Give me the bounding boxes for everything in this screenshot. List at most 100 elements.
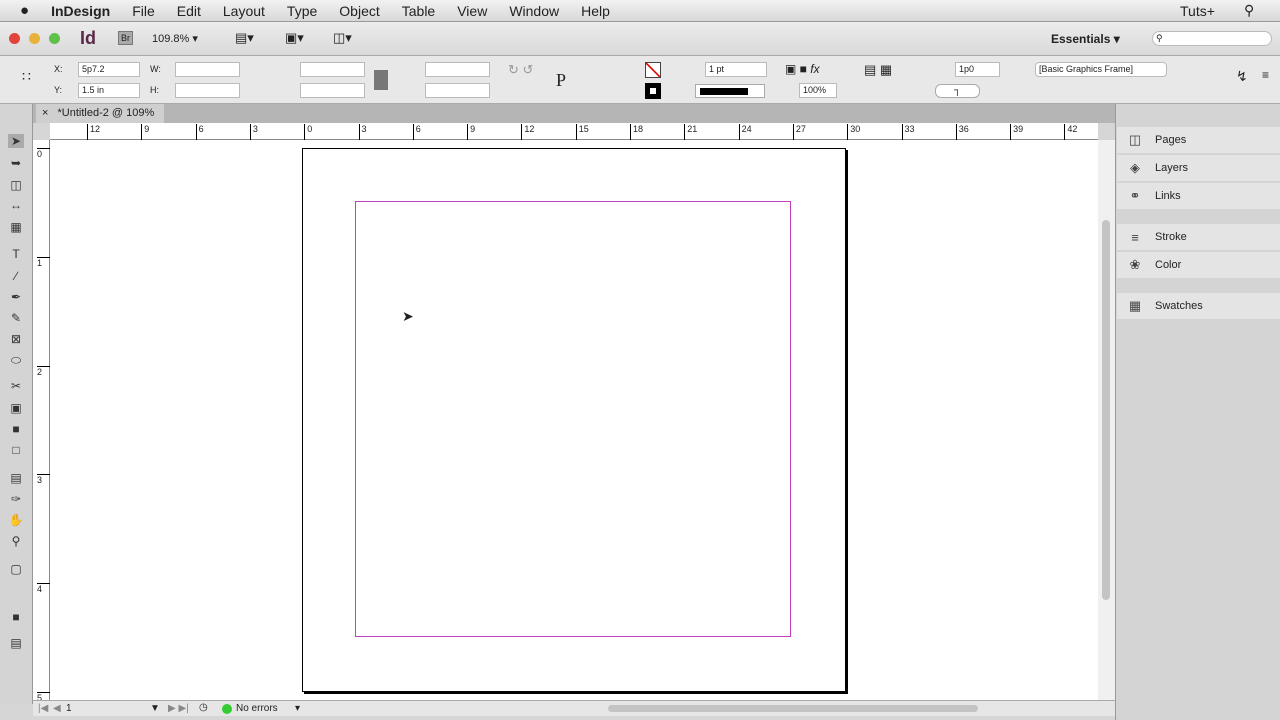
document-tab[interactable]: × *Untitled-2 @ 109% <box>36 104 164 123</box>
pen-tool-icon[interactable]: ✒ <box>8 290 24 304</box>
panel-color[interactable]: ❀ Color <box>1117 252 1280 278</box>
menu-table[interactable]: Table <box>402 3 435 19</box>
scissors-tool-icon[interactable]: ✂ <box>8 379 24 393</box>
bridge-button[interactable]: Br <box>118 31 133 45</box>
line-tool-icon[interactable]: ∕ <box>8 269 24 283</box>
view-options-icon[interactable]: ▤▾ <box>235 30 254 46</box>
zoom-window-button[interactable] <box>49 33 60 44</box>
rectangle-frame-tool-icon[interactable]: ⊠ <box>8 332 24 346</box>
screen-mode-icon[interactable]: ▣▾ <box>285 30 304 46</box>
zoom-level-select[interactable]: 109.8% ▾ <box>152 32 198 45</box>
page-tool-icon[interactable]: ◫ <box>8 178 24 192</box>
selection-tool-icon[interactable]: ➤ <box>8 134 24 148</box>
panel-pages[interactable]: ◫ Pages <box>1117 127 1280 153</box>
constrain-link-icon[interactable] <box>374 70 388 90</box>
document-tab-bar <box>32 104 1115 123</box>
lightning-icon[interactable]: ↯ <box>1236 68 1248 85</box>
ruler-tick-label: 4 <box>37 583 50 594</box>
page-menu-icon[interactable]: ▼ <box>150 703 160 714</box>
y-field[interactable]: 1.5 in <box>78 83 140 98</box>
type-tool-icon[interactable]: T <box>8 247 24 261</box>
menu-edit[interactable]: Edit <box>177 3 201 19</box>
note-tool-icon[interactable]: ▤ <box>8 471 24 485</box>
scale-x-field[interactable] <box>300 62 365 77</box>
direct-selection-tool-icon[interactable]: ➥ <box>8 156 24 170</box>
close-tab-icon[interactable]: × <box>42 107 48 119</box>
arrange-documents-icon[interactable]: ◫▾ <box>333 30 352 46</box>
preflight-icon[interactable]: ◷ <box>199 702 208 713</box>
panel-stroke[interactable]: ≡ Stroke <box>1117 224 1280 250</box>
ruler-tick-label: 12 <box>521 124 534 140</box>
horizontal-scrollbar[interactable] <box>608 705 978 712</box>
ruler-tick-label: 3 <box>358 124 367 140</box>
menu-view[interactable]: View <box>457 3 487 19</box>
panel-swatches[interactable]: ▦ Swatches <box>1117 293 1280 319</box>
next-page-icon[interactable]: ▶ ▶| <box>168 703 189 714</box>
rotation-field[interactable] <box>425 62 490 77</box>
content-collector-icon[interactable]: ▦ <box>8 220 24 234</box>
swatches-icon: ▦ <box>1128 298 1142 313</box>
menu-layout[interactable]: Layout <box>223 3 265 19</box>
menu-file[interactable]: File <box>132 3 155 19</box>
search-input[interactable]: ⚲ <box>1152 31 1272 46</box>
ruler-tick-label: 42 <box>1064 124 1077 140</box>
w-field[interactable] <box>175 62 240 77</box>
eyedropper-tool-icon[interactable]: ✑ <box>8 492 24 506</box>
apple-icon[interactable]: ● <box>20 2 29 19</box>
panel-layers[interactable]: ◈ Layers <box>1117 155 1280 181</box>
pencil-tool-icon[interactable]: ✎ <box>8 311 24 325</box>
workspace-select[interactable]: Essentials ▾ <box>1051 32 1120 46</box>
panel-links[interactable]: ⚭ Links <box>1117 183 1280 209</box>
free-transform-tool-icon[interactable]: ▣ <box>8 401 24 415</box>
stroke-weight-field[interactable]: 1 pt <box>705 62 767 77</box>
horizontal-ruler[interactable]: 12 9 6 3 0 3 6 9 12 15 18 21 24 27 30 33 36 39 42 <box>50 123 1098 140</box>
page-number[interactable]: 1 <box>66 703 72 714</box>
preview-mode-icon[interactable]: ■ <box>8 610 24 624</box>
h-field[interactable] <box>175 83 240 98</box>
tuts-label[interactable]: Tuts+ <box>1180 3 1215 19</box>
screen-mode-tool-icon[interactable]: ▤ <box>8 636 24 650</box>
menu-help[interactable]: Help <box>581 3 610 19</box>
corner-options-select[interactable]: ┐ <box>935 84 980 98</box>
ruler-tick-label: 6 <box>195 124 204 140</box>
effects-icon[interactable]: ▣ ■ fx <box>785 62 820 76</box>
preflight-menu-icon[interactable]: ▾ <box>295 703 300 714</box>
menu-app[interactable]: InDesign <box>51 3 110 19</box>
text-wrap-icon[interactable]: ▤ ▦ <box>864 62 892 78</box>
opacity-field[interactable]: 100% <box>799 83 837 98</box>
close-window-button[interactable] <box>9 33 20 44</box>
object-style-select[interactable]: [Basic Graphics Frame] <box>1035 62 1167 77</box>
preflight-status[interactable]: No errors <box>236 703 278 714</box>
stroke-type-select[interactable] <box>695 84 765 98</box>
ruler-tick-label: 3 <box>249 124 258 140</box>
ellipse-tool-icon[interactable]: ⬭ <box>8 353 24 367</box>
fill-stroke-icon[interactable]: ▢ <box>8 562 24 576</box>
hand-tool-icon[interactable]: ✋ <box>8 513 24 527</box>
ruler-tick-label: 12 <box>87 124 100 140</box>
text-frame-icon[interactable]: P <box>556 70 566 91</box>
gap-tool-icon[interactable]: ↔ <box>8 198 24 212</box>
scale-y-field[interactable] <box>300 83 365 98</box>
spotlight-icon[interactable]: ⚲ <box>1244 2 1254 19</box>
rotate-icon[interactable]: ↻ ↺ <box>508 62 533 78</box>
panel-label: Stroke <box>1155 231 1187 243</box>
vertical-scrollbar[interactable] <box>1098 140 1115 700</box>
menu-window[interactable]: Window <box>509 3 559 19</box>
stroke-swatch[interactable] <box>645 83 661 99</box>
menu-type[interactable]: Type <box>287 3 317 19</box>
offset-field[interactable]: 1p0 <box>955 62 1000 77</box>
minimize-window-button[interactable] <box>29 33 40 44</box>
panel-menu-icon[interactable]: ≡ <box>1262 68 1269 82</box>
reference-point-icon[interactable]: ∷ <box>22 68 31 85</box>
scroll-thumb[interactable] <box>1102 220 1110 600</box>
vertical-ruler[interactable]: 012345 <box>33 140 50 703</box>
gradient-swatch-tool-icon[interactable]: ■ <box>8 422 24 436</box>
fill-swatch[interactable] <box>645 62 661 78</box>
zoom-tool-icon[interactable]: ⚲ <box>8 534 24 548</box>
x-field[interactable]: 5p7.2 <box>78 62 140 77</box>
shear-field[interactable] <box>425 83 490 98</box>
first-page-icon[interactable]: |◀ <box>38 703 48 714</box>
prev-page-icon[interactable]: ◀ <box>53 703 61 714</box>
gradient-feather-tool-icon[interactable]: □ <box>8 443 24 457</box>
menu-object[interactable]: Object <box>339 3 379 19</box>
